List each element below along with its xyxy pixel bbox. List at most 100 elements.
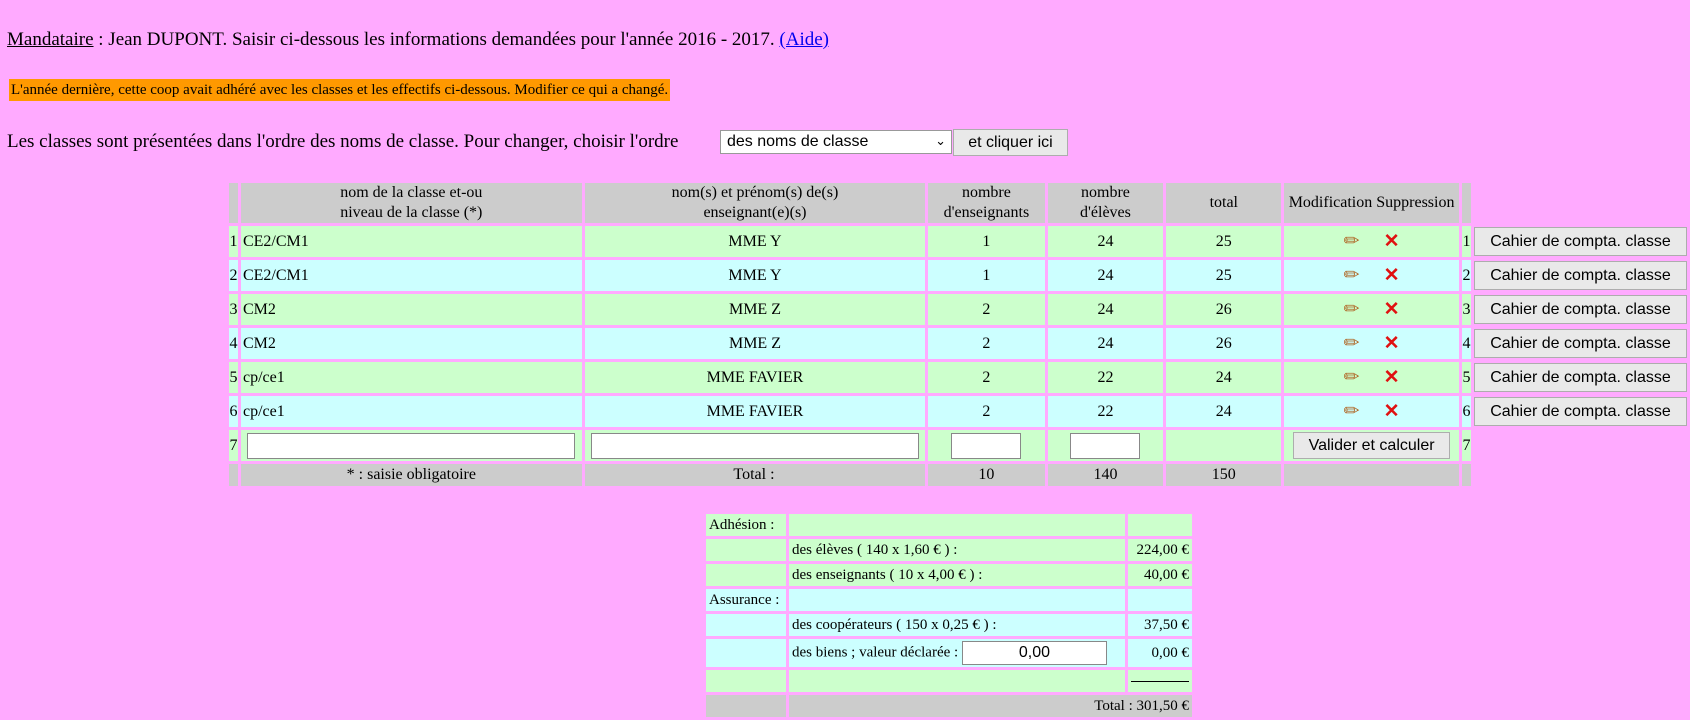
order-select[interactable]: des noms de classe ⌄ [720, 130, 952, 154]
adhesion-grand-total: Total : 301,50 € [789, 695, 1192, 717]
header-num-cell-right [1461, 183, 1471, 223]
cross-icon[interactable]: ✕ [1372, 231, 1412, 252]
order-text: Les classes sont présentées dans l'ordre… [7, 131, 679, 152]
header-num-cell [229, 183, 238, 223]
cross-icon[interactable]: ✕ [1372, 401, 1412, 422]
row-actions: ✏ ✕ [1284, 396, 1459, 427]
row-cahier-cell: Cahier de compta. classe [1473, 362, 1687, 393]
pupils-fee-spacer [706, 539, 786, 561]
new-nb-pupils-cell [1047, 430, 1164, 461]
pencil-icon[interactable]: ✏ [1332, 299, 1372, 320]
mandataire-label: Mandataire [7, 29, 94, 50]
cahier-button[interactable]: Cahier de compta. classe [1473, 329, 1687, 358]
row-nb-pupils: 24 [1047, 226, 1164, 257]
row-number: 6 [229, 396, 238, 427]
separator-empty [789, 670, 1125, 692]
table-row: 4 CM2 MME Z 2 24 26 ✏ ✕ 4 Cahier de compt… [229, 328, 1687, 359]
cahier-button[interactable]: Cahier de compta. classe [1473, 295, 1687, 324]
cross-icon[interactable]: ✕ [1372, 367, 1412, 388]
validate-cell: Valider et calculer [1284, 430, 1459, 461]
cross-icon[interactable]: ✕ [1372, 333, 1412, 354]
goods-insurance-spacer [706, 639, 786, 667]
header-spacer [1474, 183, 1687, 223]
row-number: 1 [229, 226, 238, 257]
row-number: 7 [229, 430, 238, 461]
cross-icon[interactable]: ✕ [1372, 265, 1412, 286]
cahier-button[interactable]: Cahier de compta. classe [1473, 397, 1687, 426]
mandatory-note: * : saisie obligatoire [240, 464, 582, 486]
help-link[interactable]: (Aide) [779, 29, 829, 50]
row-teacher: MME FAVIER [584, 396, 926, 427]
declared-value-input[interactable]: 0,00 [961, 641, 1107, 665]
cahier-button[interactable]: Cahier de compta. classe [1473, 363, 1687, 392]
new-teacher-input[interactable] [590, 432, 919, 459]
row-nb-teachers: 1 [928, 226, 1045, 257]
row-cahier-cell: Cahier de compta. classe [1473, 294, 1687, 325]
pencil-icon[interactable]: ✏ [1332, 367, 1372, 388]
new-class-name-cell [240, 430, 582, 461]
new-nb-pupils-input[interactable] [1070, 432, 1141, 459]
coop-insurance-label: des coopérateurs ( 150 x 0,25 € ) : [789, 614, 1125, 636]
cahier-button[interactable]: Cahier de compta. classe [1473, 227, 1687, 256]
header-nb-teachers: nombre d'enseignants [928, 183, 1045, 223]
row-number-right: 7 [1461, 430, 1471, 461]
pencil-icon[interactable]: ✏ [1332, 333, 1372, 354]
row-total: 26 [1166, 328, 1282, 359]
total-teachers: 10 [928, 464, 1045, 486]
row-actions: ✏ ✕ [1284, 362, 1459, 393]
header-class-name: nom de la classe et-ou niveau de la class… [240, 183, 582, 223]
adhesion-header-row: Adhésion : [706, 514, 1192, 536]
row-number-right: 6 [1461, 396, 1471, 427]
grand-total-spacer [706, 695, 786, 717]
coop-insurance-spacer [706, 614, 786, 636]
footer-num-cell [229, 464, 238, 486]
separator-cell [1128, 670, 1192, 692]
row-teacher: MME FAVIER [584, 362, 926, 393]
pencil-icon[interactable]: ✏ [1332, 401, 1372, 422]
total-label: Total : [584, 464, 926, 486]
row-total: 24 [1166, 396, 1282, 427]
row-cahier-cell: Cahier de compta. classe [1473, 260, 1687, 291]
teachers-fee-spacer [706, 564, 786, 586]
sum-line [1131, 680, 1189, 682]
total-pupils: 140 [1047, 464, 1164, 486]
row-total: 25 [1166, 226, 1282, 257]
goods-insurance-row: des biens ; valeur déclarée : 0,00 0,00 … [706, 639, 1192, 667]
row-class-name: CE2/CM1 [240, 260, 582, 291]
assurance-header-row: Assurance : [706, 589, 1192, 611]
row-cahier-cell: Cahier de compta. classe [1473, 226, 1687, 257]
pupils-fee-label: des élèves ( 140 x 1,60 € ) : [789, 539, 1125, 561]
row-number-right: 2 [1461, 260, 1471, 291]
cahier-button[interactable]: Cahier de compta. classe [1473, 261, 1687, 290]
pencil-icon[interactable]: ✏ [1332, 231, 1372, 252]
row-class-name: CM2 [240, 328, 582, 359]
new-teacher-cell [584, 430, 926, 461]
order-submit-button[interactable]: et cliquer ici [953, 129, 1068, 156]
pupils-fee-amount: 224,00 € [1128, 539, 1192, 561]
header-actions: Modification Suppression [1284, 183, 1459, 223]
row-teacher: MME Y [584, 260, 926, 291]
pencil-icon[interactable]: ✏ [1332, 265, 1372, 286]
cross-icon[interactable]: ✕ [1372, 299, 1412, 320]
validate-button[interactable]: Valider et calculer [1293, 432, 1451, 459]
table-header-row: nom de la classe et-ou niveau de la class… [229, 183, 1687, 223]
header-total: total [1166, 183, 1282, 223]
teachers-fee-amount: 40,00 € [1128, 564, 1192, 586]
classes-table: nom de la classe et-ou niveau de la class… [226, 180, 1690, 489]
row-total: 26 [1166, 294, 1282, 325]
separator-row [706, 670, 1192, 692]
row-cahier-cell: Cahier de compta. classe [1473, 396, 1687, 427]
new-class-name-input[interactable] [247, 432, 576, 459]
coop-insurance-amount: 37,50 € [1128, 614, 1192, 636]
chevron-down-icon: ⌄ [935, 133, 946, 148]
row-nb-pupils: 22 [1047, 396, 1164, 427]
table-row: 3 CM2 MME Z 2 24 26 ✏ ✕ 3 Cahier de compt… [229, 294, 1687, 325]
row-number: 5 [229, 362, 238, 393]
row-teacher: MME Z [584, 328, 926, 359]
row-class-name: cp/ce1 [240, 396, 582, 427]
table-row: 6 cp/ce1 MME FAVIER 2 22 24 ✏ ✕ 6 Cahier … [229, 396, 1687, 427]
header-nb-pupils: nombre d'élèves [1047, 183, 1164, 223]
row-class-name: CM2 [240, 294, 582, 325]
row-total: 24 [1166, 362, 1282, 393]
new-nb-teachers-input[interactable] [951, 432, 1022, 459]
